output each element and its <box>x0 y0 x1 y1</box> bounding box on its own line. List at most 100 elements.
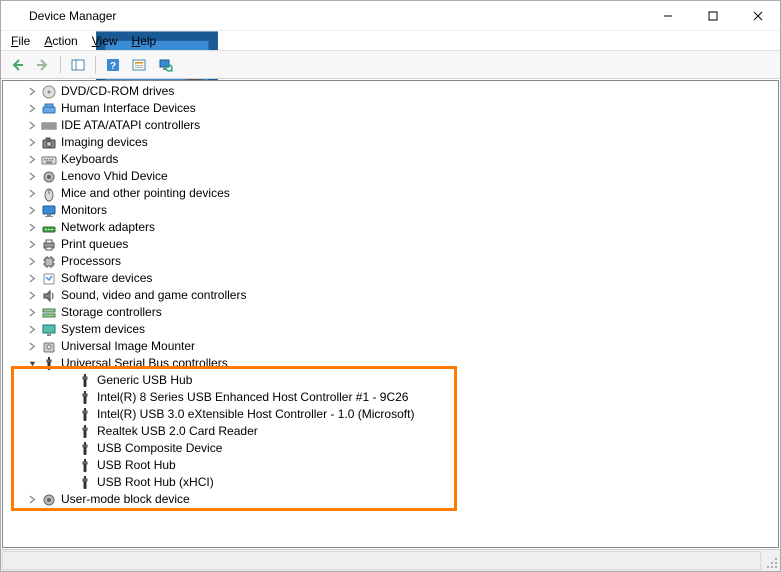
menu-action[interactable]: Action <box>38 33 83 49</box>
app-icon <box>7 8 23 24</box>
tree-node-label: Software devices <box>61 270 152 287</box>
network-icon <box>41 220 57 236</box>
tree-category[interactable]: Processors <box>3 253 778 270</box>
camera-icon <box>41 135 57 151</box>
tree-category[interactable]: Universal Serial Bus controllers <box>3 355 778 372</box>
keyboard-icon <box>41 152 57 168</box>
chevron-right-icon[interactable] <box>25 136 39 150</box>
chevron-right-icon[interactable] <box>25 119 39 133</box>
menubar: File Action View Help <box>1 31 780 51</box>
usb-icon <box>77 390 93 406</box>
chevron-right-icon[interactable] <box>25 340 39 354</box>
content-area: DVD/CD-ROM drivesHuman Interface Devices… <box>1 79 780 549</box>
toolbar: ? <box>1 51 780 79</box>
tree-category[interactable]: Monitors <box>3 202 778 219</box>
chevron-right-icon[interactable] <box>25 323 39 337</box>
sound-icon <box>41 288 57 304</box>
window-title: Device Manager <box>29 9 645 23</box>
tree-node-label: Human Interface Devices <box>61 100 196 117</box>
toolbar-showtree-button[interactable] <box>66 54 90 76</box>
chevron-right-icon[interactable] <box>25 153 39 167</box>
toolbar-forward-button[interactable] <box>31 54 55 76</box>
tree-category[interactable]: Sound, video and game controllers <box>3 287 778 304</box>
gear-icon <box>41 492 57 508</box>
chevron-right-icon[interactable] <box>25 170 39 184</box>
chevron-right-icon[interactable] <box>25 255 39 269</box>
tree-category[interactable]: Mice and other pointing devices <box>3 185 778 202</box>
tree-node-label: Storage controllers <box>61 304 162 321</box>
chevron-right-icon[interactable] <box>25 289 39 303</box>
usb-icon <box>77 424 93 440</box>
device-tree[interactable]: DVD/CD-ROM drivesHuman Interface Devices… <box>2 80 779 548</box>
tree-category[interactable]: Keyboards <box>3 151 778 168</box>
tree-category[interactable]: Human Interface Devices <box>3 100 778 117</box>
minimize-button[interactable] <box>645 1 690 30</box>
tree-category[interactable]: DVD/CD-ROM drives <box>3 83 778 100</box>
tree-node-label: Mice and other pointing devices <box>61 185 230 202</box>
expander-spacer <box>61 459 75 473</box>
chevron-right-icon[interactable] <box>25 306 39 320</box>
tree-category[interactable]: Network adapters <box>3 219 778 236</box>
chevron-right-icon[interactable] <box>25 221 39 235</box>
tree-category[interactable]: Storage controllers <box>3 304 778 321</box>
chevron-right-icon[interactable] <box>25 102 39 116</box>
tree-item[interactable]: USB Root Hub <box>3 457 778 474</box>
toolbar-scan-button[interactable] <box>153 54 177 76</box>
tree-node-label: IDE ATA/ATAPI controllers <box>61 117 200 134</box>
chevron-right-icon[interactable] <box>25 85 39 99</box>
monitor-icon <box>41 203 57 219</box>
tree-item[interactable]: Intel(R) USB 3.0 eXtensible Host Control… <box>3 406 778 423</box>
tree-node-label: USB Root Hub <box>97 457 176 474</box>
printer-icon <box>41 237 57 253</box>
menu-help[interactable]: Help <box>126 33 163 49</box>
tree-node-label: User-mode block device <box>61 491 190 508</box>
tree-node-label: Network adapters <box>61 219 155 236</box>
chevron-down-icon[interactable] <box>25 357 39 371</box>
statusbar <box>1 549 780 571</box>
usb-icon <box>77 373 93 389</box>
tree-category[interactable]: Universal Image Mounter <box>3 338 778 355</box>
maximize-button[interactable] <box>690 1 735 30</box>
tree-item[interactable]: USB Root Hub (xHCI) <box>3 474 778 491</box>
usb-icon <box>77 407 93 423</box>
tree-item[interactable]: USB Composite Device <box>3 440 778 457</box>
tree-category[interactable]: Lenovo Vhid Device <box>3 168 778 185</box>
tree-category[interactable]: Print queues <box>3 236 778 253</box>
tree-node-label: USB Root Hub (xHCI) <box>97 474 214 491</box>
tree-node-label: Universal Serial Bus controllers <box>61 355 228 372</box>
toolbar-separator <box>95 56 96 74</box>
tree-item[interactable]: Realtek USB 2.0 Card Reader <box>3 423 778 440</box>
toolbar-properties-button[interactable] <box>127 54 151 76</box>
resize-grip-icon[interactable] <box>762 550 780 571</box>
close-button[interactable] <box>735 1 780 30</box>
toolbar-help-button[interactable]: ? <box>101 54 125 76</box>
expander-spacer <box>61 425 75 439</box>
tree-node-label: Sound, video and game controllers <box>61 287 246 304</box>
chevron-right-icon[interactable] <box>25 187 39 201</box>
tree-item[interactable]: Generic USB Hub <box>3 372 778 389</box>
tree-category[interactable]: User-mode block device <box>3 491 778 508</box>
tree-node-label: Intel(R) USB 3.0 eXtensible Host Control… <box>97 406 414 423</box>
chevron-right-icon[interactable] <box>25 272 39 286</box>
tree-category[interactable]: Software devices <box>3 270 778 287</box>
toolbar-back-button[interactable] <box>5 54 29 76</box>
tree-node-label: Universal Image Mounter <box>61 338 195 355</box>
tree-item[interactable]: Intel(R) 8 Series USB Enhanced Host Cont… <box>3 389 778 406</box>
chevron-right-icon[interactable] <box>25 204 39 218</box>
chevron-right-icon[interactable] <box>25 493 39 507</box>
tree-category[interactable]: System devices <box>3 321 778 338</box>
menu-file[interactable]: File <box>5 33 36 49</box>
tree-category[interactable]: Imaging devices <box>3 134 778 151</box>
usb-icon <box>77 441 93 457</box>
usb-icon <box>41 356 57 372</box>
toolbar-separator <box>60 56 61 74</box>
chevron-right-icon[interactable] <box>25 238 39 252</box>
tree-node-label: Lenovo Vhid Device <box>61 168 168 185</box>
tree-node-label: Processors <box>61 253 121 270</box>
menu-view[interactable]: View <box>86 33 124 49</box>
tree-node-label: USB Composite Device <box>97 440 222 457</box>
tree-category[interactable]: IDE ATA/ATAPI controllers <box>3 117 778 134</box>
tree-node-label: Monitors <box>61 202 107 219</box>
cpu-icon <box>41 254 57 270</box>
tree-node-label: Realtek USB 2.0 Card Reader <box>97 423 258 440</box>
